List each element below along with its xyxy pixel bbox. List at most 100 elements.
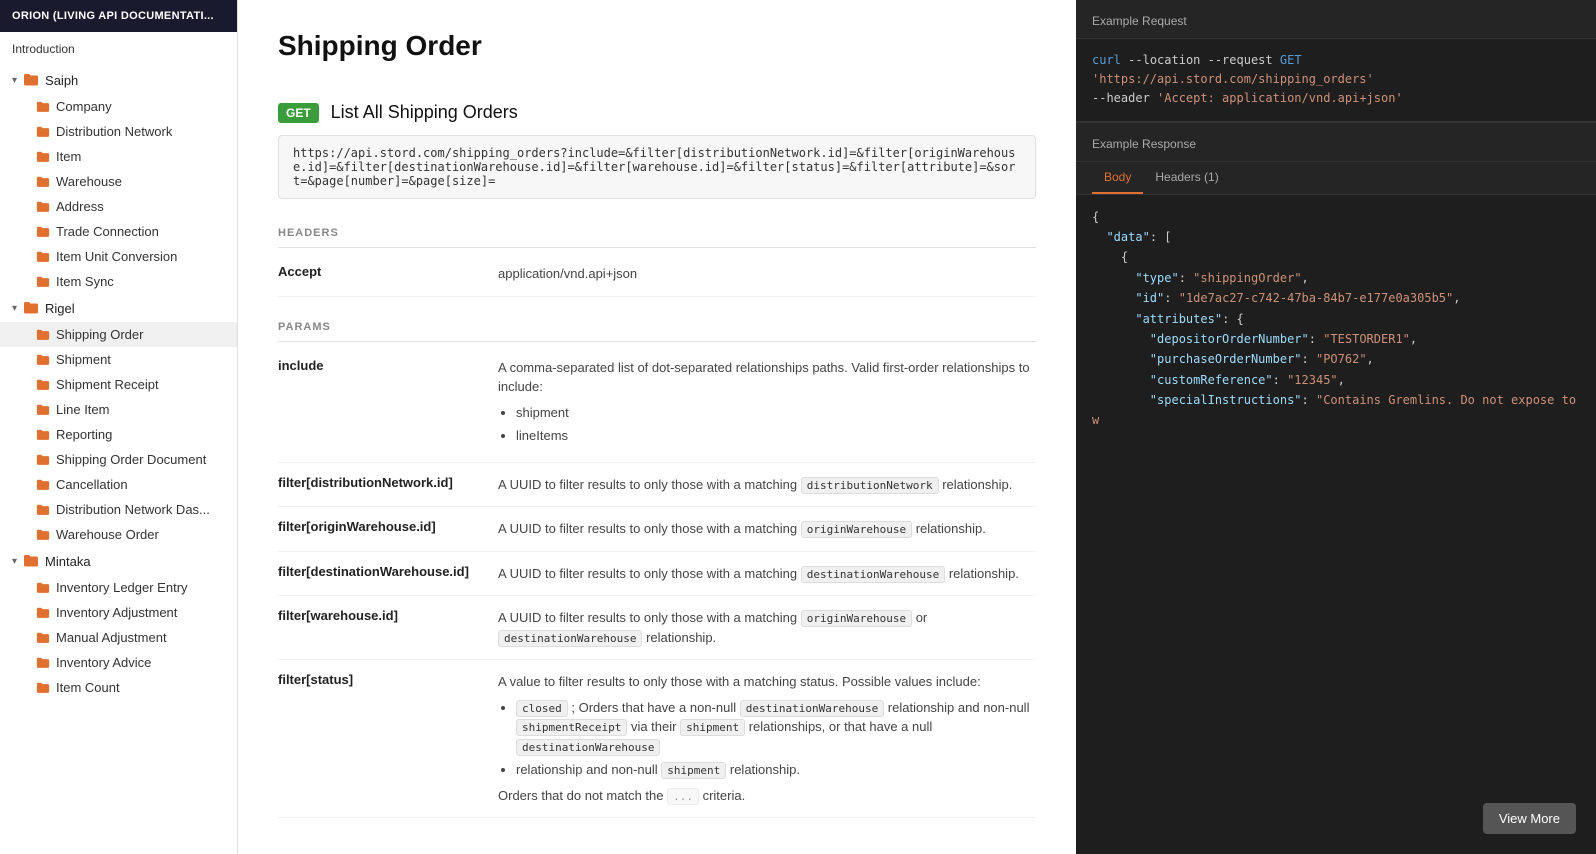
example-request-label: Example Request: [1076, 0, 1596, 39]
sidebar-group-saiph-header[interactable]: ▾ Saiph: [0, 66, 237, 94]
folder-icon: [36, 353, 50, 367]
sidebar-item-item-unit-conversion[interactable]: Item Unit Conversion: [0, 244, 237, 269]
param-desc: A UUID to filter results to only those w…: [498, 608, 1036, 647]
sidebar-item-label: Trade Connection: [56, 224, 159, 239]
sidebar-item-label: Line Item: [56, 402, 109, 417]
header-name: Accept: [278, 264, 498, 279]
folder-icon: [36, 656, 50, 670]
sidebar-item-label: Item Unit Conversion: [56, 249, 177, 264]
folder-icon: [36, 125, 50, 139]
sidebar-item-shipping-order-document[interactable]: Shipping Order Document: [0, 447, 237, 472]
sidebar-item-item-sync[interactable]: Item Sync: [0, 269, 237, 294]
sidebar-item-distribution-network[interactable]: Distribution Network: [0, 119, 237, 144]
sidebar-group-saiph: ▾ Saiph Company Distribution Network Ite…: [0, 66, 237, 294]
param-name: filter[warehouse.id]: [278, 608, 498, 623]
sidebar-group-saiph-label: Saiph: [45, 73, 78, 88]
param-row-filter-distribution-network: filter[distributionNetwork.id] A UUID to…: [278, 463, 1036, 508]
sidebar-item-item-count[interactable]: Item Count: [0, 675, 237, 700]
sidebar-item-shipping-order[interactable]: Shipping Order: [0, 322, 237, 347]
tab-headers[interactable]: Headers (1): [1143, 162, 1230, 194]
sidebar-item-address[interactable]: Address: [0, 194, 237, 219]
sidebar-item-label: Reporting: [56, 427, 112, 442]
folder-icon: [36, 528, 50, 542]
sidebar-item-reporting[interactable]: Reporting: [0, 422, 237, 447]
tab-body[interactable]: Body: [1092, 162, 1143, 194]
app-title: ORION (LIVING API DOCUMENTATI...: [0, 0, 237, 32]
sidebar-intro[interactable]: Introduction: [0, 32, 237, 66]
sidebar: ORION (LIVING API DOCUMENTATI... Introdu…: [0, 0, 238, 854]
sidebar-item-item[interactable]: Item: [0, 144, 237, 169]
folder-icon: [36, 681, 50, 695]
sidebar-item-distribution-network-das[interactable]: Distribution Network Das...: [0, 497, 237, 522]
param-desc: A UUID to filter results to only those w…: [498, 475, 1036, 495]
sidebar-item-label: Manual Adjustment: [56, 630, 167, 645]
param-name: filter[status]: [278, 672, 498, 687]
sidebar-item-label: Item: [56, 149, 81, 164]
sidebar-item-company[interactable]: Company: [0, 94, 237, 119]
main-content: Shipping Order GET List All Shipping Ord…: [238, 0, 1076, 854]
folder-icon: [36, 275, 50, 289]
sidebar-item-line-item[interactable]: Line Item: [0, 397, 237, 422]
sidebar-item-label: Item Sync: [56, 274, 114, 289]
right-panel: Example Request curl --location --reques…: [1076, 0, 1596, 854]
header-value: application/vnd.api+json: [498, 264, 1036, 284]
param-row-filter-status: filter[status] A value to filter results…: [278, 660, 1036, 818]
headers-label: HEADERS: [278, 219, 1036, 248]
param-desc: A UUID to filter results to only those w…: [498, 564, 1036, 584]
sidebar-item-label: Inventory Ledger Entry: [56, 580, 188, 595]
sidebar-item-manual-adjustment[interactable]: Manual Adjustment: [0, 625, 237, 650]
sidebar-item-label: Shipment Receipt: [56, 377, 159, 392]
sidebar-item-shipment[interactable]: Shipment: [0, 347, 237, 372]
folder-icon: [36, 631, 50, 645]
param-name: filter[destinationWarehouse.id]: [278, 564, 498, 579]
response-tabs: Body Headers (1): [1076, 162, 1596, 195]
page-title: Shipping Order: [278, 30, 1036, 62]
sidebar-group-mintaka-header[interactable]: ▾ Mintaka: [0, 547, 237, 575]
sidebar-item-shipment-receipt[interactable]: Shipment Receipt: [0, 372, 237, 397]
header-row-accept: Accept application/vnd.api+json: [278, 252, 1036, 297]
sidebar-item-label: Item Count: [56, 680, 120, 695]
folder-icon: [36, 581, 50, 595]
folder-icon: [36, 250, 50, 264]
sidebar-item-inventory-advice[interactable]: Inventory Advice: [0, 650, 237, 675]
sidebar-group-rigel-label: Rigel: [45, 301, 75, 316]
folder-icon: [36, 453, 50, 467]
chevron-down-icon: ▾: [12, 303, 17, 314]
param-row-filter-destination-warehouse: filter[destinationWarehouse.id] A UUID t…: [278, 552, 1036, 597]
folder-icon: [36, 150, 50, 164]
url-box: https://api.stord.com/shipping_orders?in…: [278, 135, 1036, 199]
example-response-label: Example Response: [1076, 121, 1596, 162]
method-badge: GET: [278, 103, 319, 123]
sidebar-group-mintaka-label: Mintaka: [45, 554, 91, 569]
sidebar-item-label: Distribution Network: [56, 124, 172, 139]
sidebar-group-rigel-header[interactable]: ▾ Rigel: [0, 294, 237, 322]
sidebar-item-label: Warehouse Order: [56, 527, 159, 542]
chevron-down-icon: ▾: [12, 75, 17, 86]
sidebar-item-label: Shipping Order: [56, 327, 143, 342]
folder-icon: [23, 553, 39, 569]
folder-icon: [36, 200, 50, 214]
sidebar-item-trade-connection[interactable]: Trade Connection: [0, 219, 237, 244]
folder-icon: [36, 328, 50, 342]
folder-icon: [36, 175, 50, 189]
sidebar-item-warehouse[interactable]: Warehouse: [0, 169, 237, 194]
params-label: PARAMS: [278, 313, 1036, 342]
sidebar-item-label: Cancellation: [56, 477, 128, 492]
sidebar-item-inventory-ledger-entry[interactable]: Inventory Ledger Entry: [0, 575, 237, 600]
param-name: filter[originWarehouse.id]: [278, 519, 498, 534]
view-more-button[interactable]: View More: [1483, 803, 1576, 834]
sidebar-item-cancellation[interactable]: Cancellation: [0, 472, 237, 497]
param-desc: A comma-separated list of dot-separated …: [498, 358, 1036, 450]
param-desc: A UUID to filter results to only those w…: [498, 519, 1036, 539]
sidebar-item-warehouse-order[interactable]: Warehouse Order: [0, 522, 237, 547]
sidebar-group-rigel: ▾ Rigel Shipping Order Shipment Shipment…: [0, 294, 237, 547]
folder-icon: [36, 478, 50, 492]
sidebar-item-inventory-adjustment[interactable]: Inventory Adjustment: [0, 600, 237, 625]
folder-icon: [36, 428, 50, 442]
sidebar-item-label: Inventory Advice: [56, 655, 151, 670]
sidebar-item-label: Shipping Order Document: [56, 452, 206, 467]
endpoint-title: List All Shipping Orders: [331, 102, 518, 123]
sidebar-item-label: Shipment: [56, 352, 111, 367]
param-name: include: [278, 358, 498, 373]
sidebar-item-company-label: Company: [56, 99, 112, 114]
